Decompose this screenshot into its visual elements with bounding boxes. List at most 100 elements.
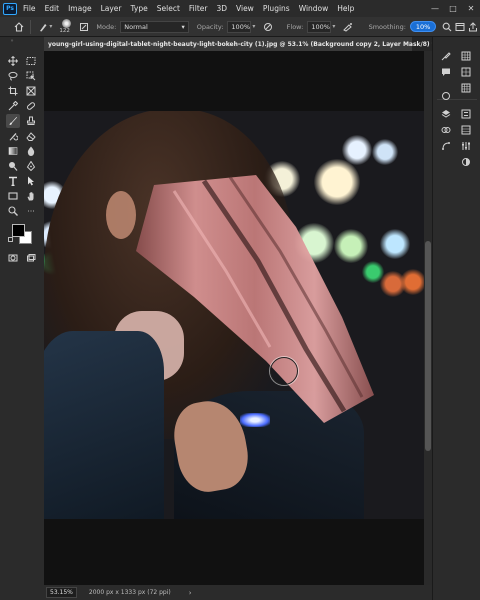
chevron-down-icon: ▾ bbox=[181, 22, 185, 31]
chevron-down-icon[interactable]: ▾ bbox=[332, 23, 335, 30]
brush-icon[interactable] bbox=[6, 114, 20, 128]
rectangle-icon[interactable] bbox=[6, 189, 20, 203]
document-tab[interactable]: young-girl-using-digital-tablet-night-be… bbox=[22, 37, 447, 51]
window-controls: — □ ✕ bbox=[426, 4, 480, 13]
flow-label: Flow: bbox=[286, 22, 304, 31]
maximize-button[interactable]: □ bbox=[444, 4, 462, 13]
smoothing-input[interactable]: 10% bbox=[409, 21, 437, 32]
pressure-opacity-icon[interactable] bbox=[261, 20, 274, 34]
object-select-icon[interactable] bbox=[24, 69, 38, 83]
type-icon[interactable] bbox=[6, 174, 20, 188]
options-bar: ▾ 122 Mode: Normal ▾ Opacity: 100% ▾ Flo… bbox=[0, 17, 480, 37]
styles-icon[interactable] bbox=[459, 155, 473, 169]
quick-mask-icon[interactable] bbox=[6, 251, 20, 265]
screen-mode-icon[interactable] bbox=[24, 251, 38, 265]
default-colors-icon[interactable] bbox=[8, 237, 13, 242]
menu-edit[interactable]: Edit bbox=[45, 4, 60, 13]
path-select-icon[interactable] bbox=[24, 174, 38, 188]
properties-panel-icon[interactable] bbox=[459, 107, 473, 121]
brush-tip-icon bbox=[62, 18, 72, 28]
document-tab-bar: young-girl-using-digital-tablet-night-be… bbox=[22, 37, 447, 51]
hand-icon[interactable] bbox=[24, 189, 38, 203]
libraries-icon[interactable] bbox=[459, 123, 473, 137]
zoom-icon[interactable] bbox=[6, 204, 20, 218]
menu-plugins[interactable]: Plugins bbox=[263, 4, 290, 13]
minimize-button[interactable]: — bbox=[426, 4, 444, 13]
history-brush-icon[interactable] bbox=[6, 129, 20, 143]
close-window-button[interactable]: ✕ bbox=[462, 4, 480, 13]
divider bbox=[30, 19, 32, 34]
adjustments-icon[interactable] bbox=[459, 139, 473, 153]
collapse-icon[interactable]: » bbox=[5, 37, 19, 45]
marquee-icon[interactable] bbox=[24, 54, 38, 68]
foreground-color-swatch[interactable] bbox=[12, 224, 25, 237]
move-icon[interactable] bbox=[6, 54, 20, 68]
patterns-panel-icon[interactable] bbox=[459, 81, 473, 95]
learn-icon[interactable] bbox=[439, 89, 453, 103]
channels-panel-icon[interactable] bbox=[439, 123, 453, 137]
menu-filter[interactable]: Filter bbox=[189, 4, 208, 13]
zoom-level[interactable]: 53.15% bbox=[46, 587, 77, 598]
eyedropper-icon[interactable] bbox=[6, 99, 20, 113]
menu-file[interactable]: File bbox=[23, 4, 36, 13]
lasso-icon[interactable] bbox=[6, 69, 20, 83]
right-panel-dock bbox=[432, 37, 480, 600]
document-tab-title: young-girl-using-digital-tablet-night-be… bbox=[48, 40, 435, 48]
home-icon[interactable] bbox=[12, 20, 25, 34]
chevron-down-icon[interactable]: ▾ bbox=[252, 23, 255, 30]
brush-preset-picker[interactable]: 122 bbox=[56, 18, 77, 36]
menu-3d[interactable]: 3D bbox=[216, 4, 227, 13]
menu-select[interactable]: Select bbox=[157, 4, 180, 13]
flow-input[interactable]: 100% bbox=[307, 20, 332, 33]
workspace-icon[interactable] bbox=[454, 20, 467, 34]
chevron-down-icon[interactable]: ▾ bbox=[49, 23, 52, 30]
share-icon[interactable] bbox=[467, 20, 480, 34]
search-icon[interactable] bbox=[440, 20, 453, 34]
mode-select[interactable]: Normal ▾ bbox=[120, 20, 189, 33]
frame-icon[interactable] bbox=[24, 84, 38, 98]
blur-icon[interactable] bbox=[24, 144, 38, 158]
eraser-icon[interactable] bbox=[24, 129, 38, 143]
swatches-panel-icon[interactable] bbox=[459, 49, 473, 63]
opacity-input[interactable]: 100% bbox=[227, 20, 252, 33]
document-info[interactable]: 2000 px x 1333 px (72 ppi) bbox=[89, 589, 171, 596]
more-tools-icon[interactable]: ··· bbox=[24, 204, 38, 218]
gradient-icon[interactable] bbox=[6, 144, 20, 158]
clone-stamp-icon[interactable] bbox=[24, 114, 38, 128]
tools-panel: » ··· bbox=[0, 37, 44, 600]
airbrush-icon[interactable] bbox=[341, 20, 354, 34]
gradients-panel-icon[interactable] bbox=[459, 65, 473, 79]
menu-window[interactable]: Window bbox=[299, 4, 329, 13]
menu-type[interactable]: Type bbox=[131, 4, 148, 13]
photoshop-logo: Ps bbox=[3, 2, 17, 15]
status-bar: 53.15% 2000 px x 1333 px (72 ppi) › bbox=[44, 585, 432, 600]
dodge-icon[interactable] bbox=[6, 159, 20, 173]
mode-label: Mode: bbox=[96, 22, 117, 31]
layers-panel-icon[interactable] bbox=[439, 107, 453, 121]
chevron-right-icon[interactable]: › bbox=[189, 589, 192, 597]
menu-image[interactable]: Image bbox=[68, 4, 92, 13]
brush-tool-preset-icon[interactable] bbox=[36, 20, 49, 34]
paths-panel-icon[interactable] bbox=[439, 139, 453, 153]
vertical-scrollbar[interactable] bbox=[424, 51, 432, 585]
menu-layer[interactable]: Layer bbox=[101, 4, 122, 13]
paint-smear bbox=[136, 175, 374, 423]
crop-icon[interactable] bbox=[6, 84, 20, 98]
color-swatches[interactable] bbox=[8, 222, 36, 246]
canvas-area[interactable] bbox=[44, 51, 424, 585]
opacity-label: Opacity: bbox=[196, 22, 224, 31]
brush-size-value: 122 bbox=[59, 27, 70, 34]
brush-cursor bbox=[270, 357, 298, 385]
pen-icon[interactable] bbox=[24, 159, 38, 173]
menu-view[interactable]: View bbox=[236, 4, 254, 13]
smoothing-label: Smoothing: bbox=[368, 22, 406, 31]
document-image[interactable] bbox=[44, 111, 424, 519]
comment-icon[interactable] bbox=[439, 65, 453, 79]
brush-settings-icon[interactable] bbox=[77, 20, 90, 34]
menu-bar: Ps File Edit Image Layer Type Select Fil… bbox=[0, 0, 480, 17]
color-panel-icon[interactable] bbox=[439, 49, 453, 63]
mode-value: Normal bbox=[124, 22, 148, 31]
spot-heal-icon[interactable] bbox=[24, 99, 38, 113]
menu-help[interactable]: Help bbox=[337, 4, 354, 13]
vertical-scroll-thumb[interactable] bbox=[425, 241, 431, 451]
